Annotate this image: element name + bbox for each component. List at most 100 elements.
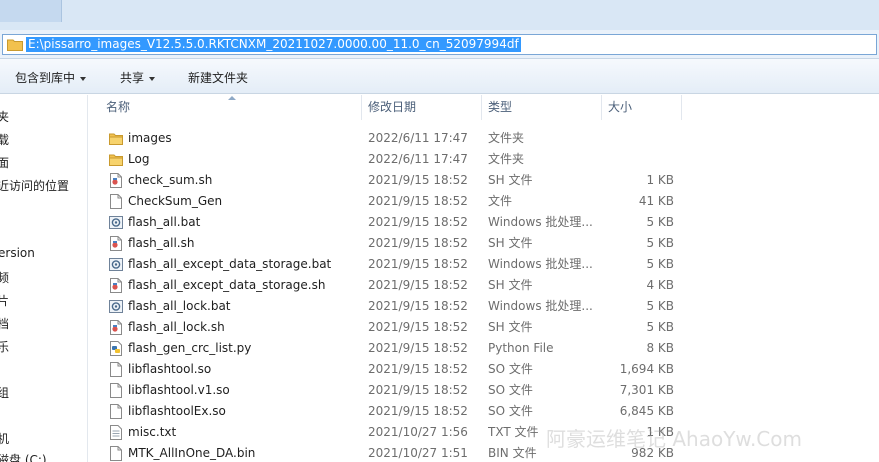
file-name[interactable]: flash_all_except_data_storage.bat <box>128 254 358 275</box>
file-icon <box>109 446 123 461</box>
file-size: 4 KB <box>646 278 674 292</box>
file-name[interactable]: MTK_AllInOne_DA.bin <box>128 443 358 462</box>
column-header-name[interactable]: 名称 <box>100 95 362 120</box>
nav-item-videos[interactable]: 频 <box>0 269 9 286</box>
file-row[interactable]: images 2022/6/11 17:47 文件夹 <box>90 128 879 149</box>
file-date: 2022/6/11 17:47 <box>368 152 468 166</box>
file-name[interactable]: Log <box>128 149 358 170</box>
sh-file-icon <box>109 320 123 335</box>
file-date: 2021/9/15 18:52 <box>368 236 468 250</box>
file-name[interactable]: flash_all_lock.sh <box>128 317 358 338</box>
file-name[interactable]: misc.txt <box>128 422 358 443</box>
file-size: 5 KB <box>646 236 674 250</box>
file-row[interactable]: flash_all_lock.bat 2021/9/15 18:52 Windows… <box>90 296 879 317</box>
column-header-type[interactable]: 类型 <box>482 95 602 120</box>
file-icon <box>109 383 123 398</box>
address-bar: E:\pissarro_images_V12.5.5.0.RKTCNXM_202… <box>0 30 879 59</box>
nav-item-recent-places[interactable]: 近访问的位置 <box>0 177 69 194</box>
include-in-library-button[interactable]: 包含到库中 <box>15 69 87 86</box>
file-row[interactable]: libflashtool.so 2021/9/15 18:52 SO 文件 1,694… <box>90 359 879 380</box>
file-row[interactable]: CheckSum_Gen 2021/9/15 18:52 文件 41 KB <box>90 191 879 212</box>
sh-file-icon <box>109 173 123 188</box>
nav-item-version[interactable]: ersion <box>0 246 35 260</box>
file-name[interactable]: flash_all_except_data_storage.sh <box>128 275 358 296</box>
address-path[interactable]: E:\pissarro_images_V12.5.5.0.RKTCNXM_202… <box>26 37 521 52</box>
file-icon <box>109 404 123 419</box>
file-row[interactable]: flash_all_lock.sh 2021/9/15 18:52 SH 文件 5 K… <box>90 317 879 338</box>
file-name[interactable]: flash_gen_crc_list.py <box>128 338 358 359</box>
file-size: 6,845 KB <box>619 404 674 418</box>
file-size: 8 KB <box>646 341 674 355</box>
new-folder-label: 新建文件夹 <box>188 71 249 85</box>
file-name[interactable]: flash_all_lock.bat <box>128 296 358 317</box>
file-type: Windows 批处理... <box>488 257 593 271</box>
file-row[interactable]: flash_all.bat 2021/9/15 18:52 Windows 批处理.… <box>90 212 879 233</box>
file-type: SO 文件 <box>488 362 533 376</box>
file-type: SH 文件 <box>488 320 533 334</box>
bat-file-icon <box>109 299 123 314</box>
address-input[interactable]: E:\pissarro_images_V12.5.5.0.RKTCNXM_202… <box>2 34 877 55</box>
column-header-size[interactable]: 大小 <box>602 95 682 120</box>
file-size <box>600 149 674 170</box>
nav-item-computer[interactable]: 机 <box>0 430 9 447</box>
file-name[interactable]: libflashtoolEx.so <box>128 401 358 422</box>
file-type: 文件夹 <box>488 152 525 166</box>
sh-file-icon <box>109 278 123 293</box>
file-row[interactable]: check_sum.sh 2021/9/15 18:52 SH 文件 1 KB <box>90 170 879 191</box>
python-file-icon <box>109 341 123 356</box>
file-date: 2021/9/15 18:52 <box>368 404 468 418</box>
file-date: 2021/9/15 18:52 <box>368 320 468 334</box>
file-row[interactable]: flash_gen_crc_list.py 2021/9/15 18:52 Pyth… <box>90 338 879 359</box>
bat-file-icon <box>109 257 123 272</box>
file-row[interactable]: libflashtool.v1.so 2021/9/15 18:52 SO 文件 7,… <box>90 380 879 401</box>
file-row[interactable]: flash_all.sh 2021/9/15 18:52 SH 文件 5 KB <box>90 233 879 254</box>
nav-item[interactable]: 夹 <box>0 108 9 125</box>
file-row[interactable]: flash_all_except_data_storage.bat 2021/9/… <box>90 254 879 275</box>
file-size: 1,694 KB <box>619 362 674 376</box>
file-name[interactable]: flash_all.bat <box>128 212 358 233</box>
file-size: 5 KB <box>646 299 674 313</box>
nav-item-music[interactable]: 乐 <box>0 338 9 355</box>
file-list: images 2022/6/11 17:47 文件夹 Log 2022/6/11 17:… <box>90 128 879 462</box>
window-tab[interactable] <box>0 0 62 22</box>
file-size: 5 KB <box>646 320 674 334</box>
file-size: 41 KB <box>638 194 674 208</box>
watermark: 阿豪运维笔记 AhaoYw.Com <box>546 427 802 451</box>
file-name[interactable]: check_sum.sh <box>128 170 358 191</box>
file-date: 2021/9/15 18:52 <box>368 383 468 397</box>
file-date: 2021/9/15 18:52 <box>368 362 468 376</box>
nav-item[interactable]: 载 <box>0 131 9 148</box>
file-size: 5 KB <box>646 257 674 271</box>
new-folder-button[interactable]: 新建文件夹 <box>188 69 248 86</box>
nav-item-pictures[interactable]: 片 <box>0 292 9 309</box>
nav-item[interactable]: 面 <box>0 154 9 171</box>
share-button[interactable]: 共享 <box>120 69 156 86</box>
file-name[interactable]: flash_all.sh <box>128 233 358 254</box>
file-type: Windows 批处理... <box>488 299 593 313</box>
file-size: 7,301 KB <box>619 383 674 397</box>
file-row[interactable]: flash_all_except_data_storage.sh 2021/9/1… <box>90 275 879 296</box>
window-title-strip <box>0 0 879 30</box>
file-row[interactable]: Log 2022/6/11 17:47 文件夹 <box>90 149 879 170</box>
file-name[interactable]: CheckSum_Gen <box>128 191 358 212</box>
file-name[interactable]: libflashtool.so <box>128 359 358 380</box>
toolbar: 包含到库中 共享 新建文件夹 <box>0 59 879 94</box>
file-name[interactable]: images <box>128 128 358 149</box>
column-header-date[interactable]: 修改日期 <box>362 95 482 120</box>
file-row[interactable]: libflashtoolEx.so 2021/9/15 18:52 SO 文件 6,8… <box>90 401 879 422</box>
file-name[interactable]: libflashtool.v1.so <box>128 380 358 401</box>
share-label: 共享 <box>120 71 145 85</box>
nav-item-homegroup[interactable]: 组 <box>0 384 9 401</box>
file-type: SH 文件 <box>488 173 533 187</box>
file-type: Windows 批处理... <box>488 215 593 229</box>
folder-icon <box>7 39 23 51</box>
nav-item-local-disk-c[interactable]: 磁盘 (C:) <box>0 451 47 462</box>
file-type: SH 文件 <box>488 236 533 250</box>
txt-file-icon <box>109 425 123 440</box>
file-type: Python File <box>488 341 554 355</box>
file-icon <box>109 362 123 377</box>
bat-file-icon <box>109 215 123 230</box>
file-date: 2021/9/15 18:52 <box>368 278 468 292</box>
file-size <box>600 128 674 149</box>
nav-item-documents[interactable]: 档 <box>0 315 9 332</box>
